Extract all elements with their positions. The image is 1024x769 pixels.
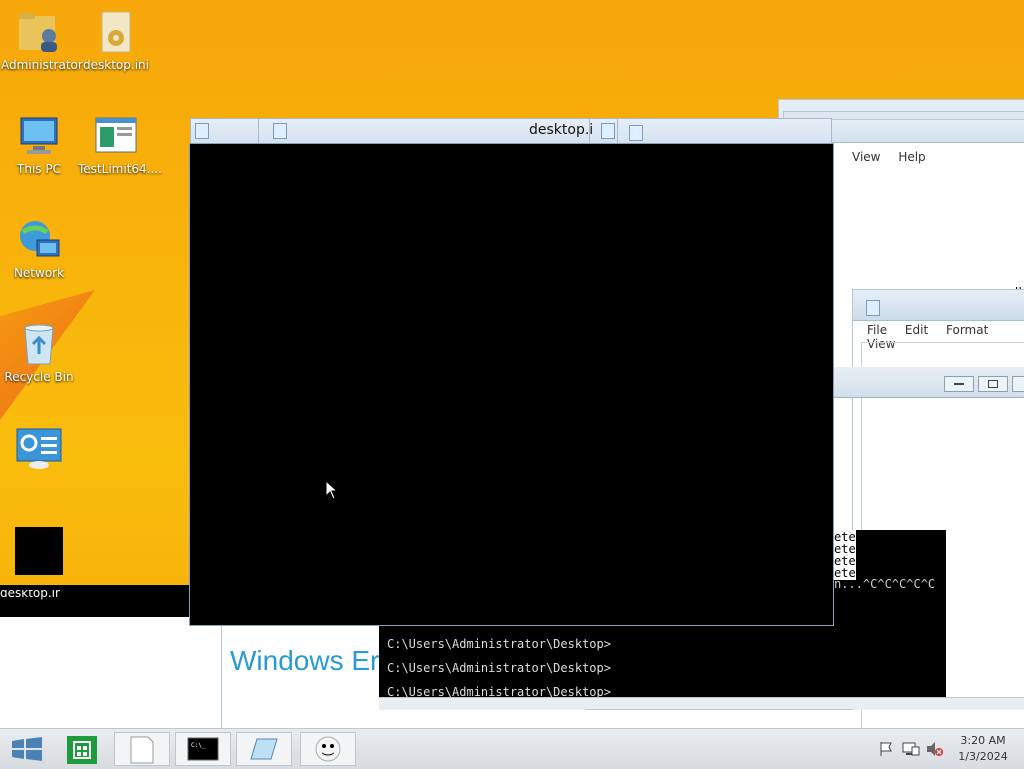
system-tray: 3:20 AM 1/3/2024 [864,729,1024,769]
tab-divider [258,119,259,145]
icon-label: Administrator [1,58,83,72]
restore-button[interactable] [978,376,1008,392]
desktop-icon-desktop-ini-2[interactable] [1,527,77,577]
clock[interactable]: 3:20 AM 1/3/2024 [948,733,1018,765]
desktop-icon-control-panel[interactable] [1,425,77,475]
start-icon [12,737,42,761]
taskbar-notepad-2[interactable] [236,732,292,766]
menu-view[interactable]: View [852,150,880,164]
black-window[interactable] [190,144,833,625]
icon-label: This PC [17,162,61,176]
notepad-icon [866,300,880,316]
desktop-icon-network[interactable]: Network [1,216,77,280]
restore-icon [988,380,998,388]
notepad-icon-2 [250,738,278,760]
icon-label: TestLimit64.... [78,162,162,176]
network-icon [15,216,63,264]
mouse-cursor-icon [325,479,339,503]
menu-format[interactable]: Format [946,323,988,337]
taskbar-notepad[interactable] [114,732,170,766]
white-artifact [0,617,230,728]
minimize-button[interactable] [944,376,974,392]
notepad-icon [130,736,154,764]
cmd-icon: C:\_ [187,737,219,761]
store-button[interactable] [57,732,113,766]
cmd-line: C:\Users\Administrator\Desktop> [387,637,611,651]
minimize-icon [954,383,964,385]
network-tray-icon[interactable] [902,741,920,760]
icon-label: Recycle Bin [4,370,74,384]
black-thumbnail-icon [15,527,63,575]
user-folder-icon [15,8,63,56]
start-button[interactable] [0,732,56,766]
clock-date: 1/3/2024 [958,750,1008,763]
ghost-app-icon [315,736,341,762]
titlebar[interactable] [853,290,1024,321]
desktop-icon-desktop-ini[interactable]: desktop.ini [78,8,154,72]
notepad-icon [601,123,615,139]
clock-time: 3:20 AM [960,734,1006,747]
notepad-icon [273,123,287,139]
window-strip-2 [585,709,853,729]
notepad-icon [195,123,209,139]
desktop-ini-label-partial: desktop.ini [0,590,60,600]
close-button[interactable] [1012,376,1024,392]
titlebar-stack: desktop.i [190,118,832,146]
cmd-line: C:\Users\Administrator\Desktop> [387,661,611,675]
window-title: desktop.i [529,122,594,138]
menu-bar: View Help [852,150,940,164]
taskbar-ghost-app[interactable] [300,732,356,766]
volume-muted-icon[interactable] [926,741,944,760]
desktop-icon-this-pc[interactable]: This PC [1,112,77,176]
settings-file-icon [92,8,140,56]
taskbar-cmd[interactable]: C:\_ [175,732,231,766]
icon-label: desktop.ini [83,58,149,72]
application-icon [92,112,140,160]
cmd-window[interactable]: C:\Users\Administrator\Desktop> C:\Users… [379,625,946,699]
menu-help[interactable]: Help [898,150,925,164]
svg-text:C:\_: C:\_ [191,742,206,749]
action-center-flag-icon[interactable] [878,741,894,760]
notepad-icon [629,125,643,141]
tab-divider [589,119,590,145]
control-panel-icon [15,425,63,473]
desktop-icon-testlimit[interactable]: TestLimit64.... [78,112,162,176]
tab-divider [617,119,618,145]
recycle-bin-icon [15,320,63,368]
taskbar: C:\_ 3:20 AM 1/3/2024 [0,728,1024,769]
store-icon [67,736,97,764]
cmd-line: n...^C^C^C^C^C [834,577,936,591]
desktop-icon-administrator[interactable]: Administrator [1,8,83,72]
icon-label: Network [13,266,65,280]
desktop-icon-recycle-bin[interactable]: Recycle Bin [1,320,77,384]
banner-text: Windows Er [230,645,380,676]
menu-file[interactable]: File [867,323,887,337]
menu-edit[interactable]: Edit [905,323,928,337]
window-controls-strip [834,367,1024,398]
computer-icon [15,112,63,160]
